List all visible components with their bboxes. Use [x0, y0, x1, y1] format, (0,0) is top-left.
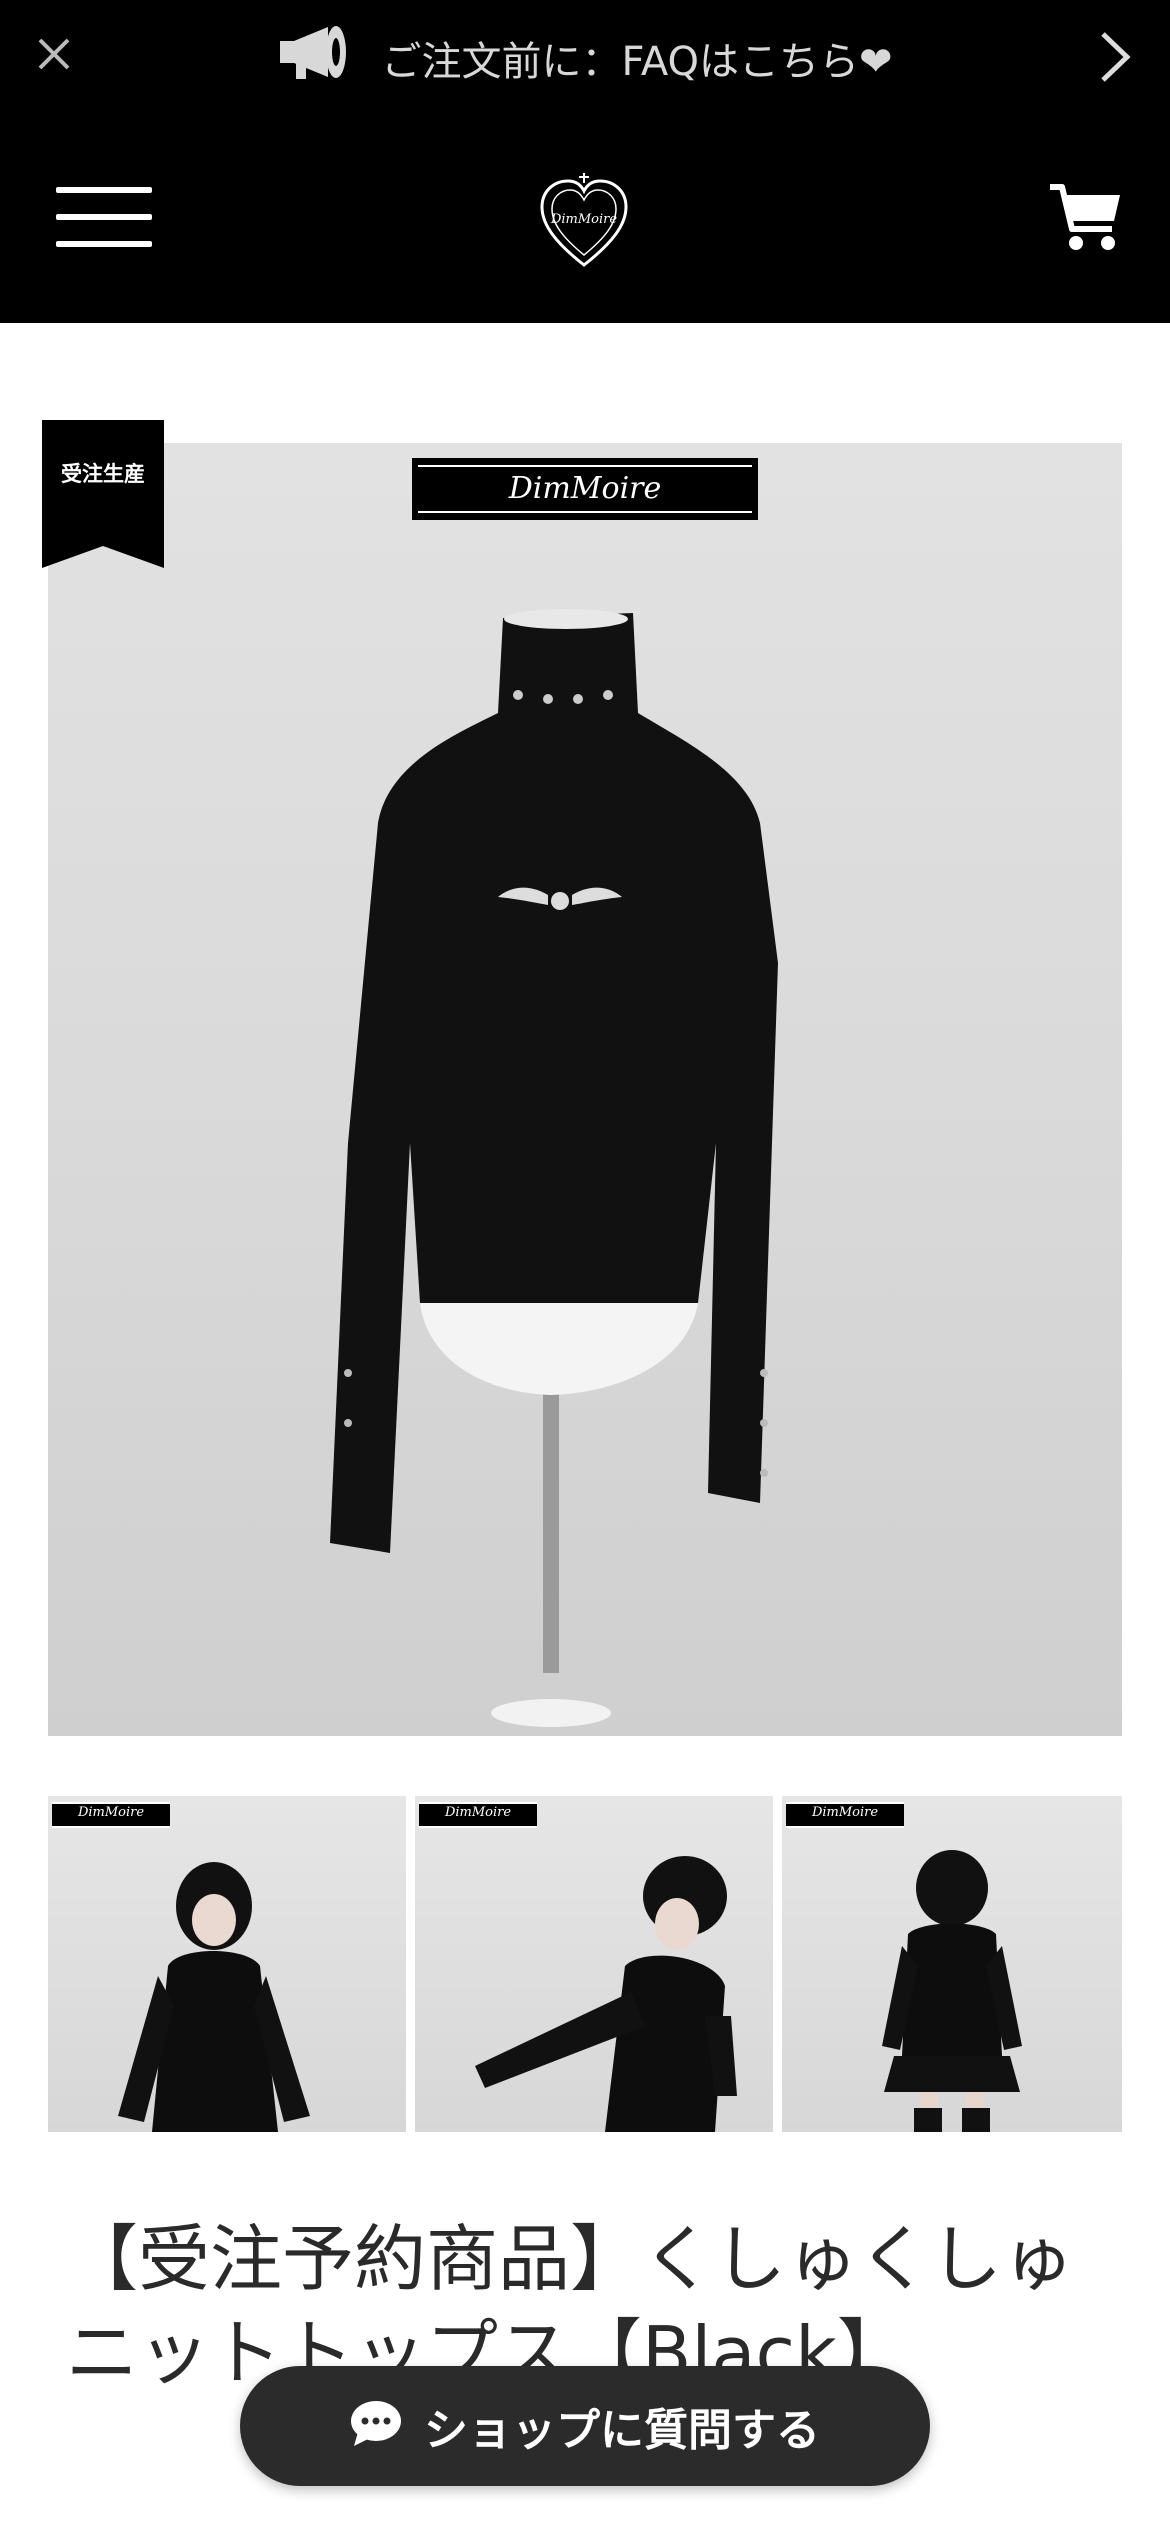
thumbnail-photo — [118, 1862, 310, 2132]
announcement-text: ご注文前に：FAQはこちら❤ — [381, 38, 893, 85]
thumbnail-brand-banner: DimMoire — [52, 1802, 170, 1828]
ask-shop-button[interactable]: ショップに質問する — [240, 2366, 930, 2486]
thumbnail-1[interactable]: DimMoire — [48, 1796, 406, 2132]
thumbnail-brand-banner: DimMoire — [786, 1802, 904, 1828]
megaphone-icon — [278, 23, 354, 93]
made-to-order-badge: 受注生産 — [42, 420, 164, 568]
thumbnail-3[interactable]: DimMoire — [782, 1796, 1122, 2132]
site-logo[interactable]: DimMoire — [536, 173, 632, 273]
thumbnail-2[interactable]: DimMoire — [415, 1796, 773, 2132]
thumbnail-photo — [475, 1856, 737, 2132]
hamburger-menu-icon[interactable] — [56, 187, 152, 247]
badge-label: 受注生産 — [61, 462, 145, 486]
cart-icon[interactable] — [1046, 177, 1126, 257]
main-product-image[interactable]: DimMoire — [48, 443, 1122, 1736]
product-photo — [330, 609, 778, 1727]
announcement-message[interactable]: ご注文前に：FAQはこちら❤ — [0, 0, 1170, 115]
thumbnail-gallery: DimMoire DimMoire DimMoire — [48, 1796, 1122, 2132]
chat-bubble-icon — [350, 2400, 402, 2452]
thumbnail-brand-banner: DimMoire — [419, 1802, 537, 1828]
thumbnail-photo — [882, 1850, 1022, 2132]
site-header: DimMoire — [0, 115, 1170, 323]
ask-shop-label: ショップに質問する — [424, 2405, 820, 2456]
logo-text: DimMoire — [550, 212, 617, 227]
chevron-right-icon[interactable] — [1084, 22, 1146, 92]
announcement-bar[interactable]: ご注文前に：FAQはこちら❤ — [0, 0, 1170, 115]
